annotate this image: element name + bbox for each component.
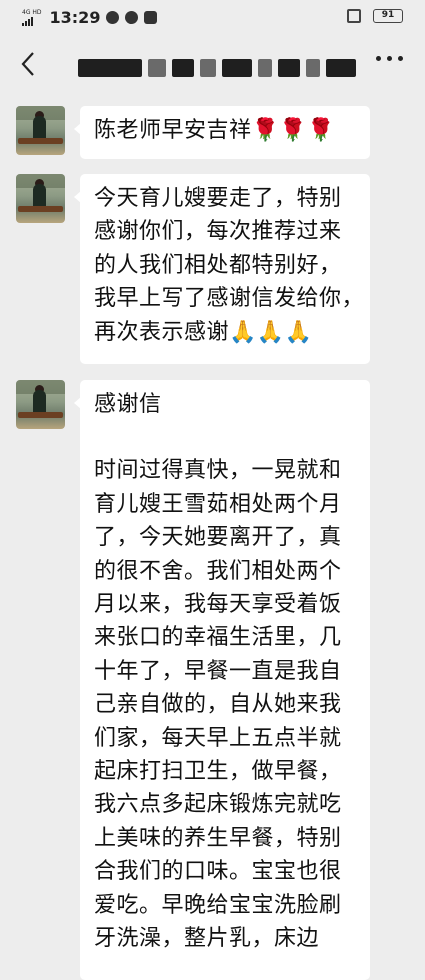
- message-line: 己亲自做的，自从她来我: [94, 692, 342, 718]
- avatar[interactable]: [16, 380, 65, 429]
- redacted-block: [78, 59, 142, 77]
- message-line: 的很不舍。我们相处两个: [94, 558, 342, 584]
- message-line: 时间过得真快，一晃就和: [94, 458, 342, 484]
- avatar[interactable]: [16, 174, 65, 223]
- message-line: 起床打扫卫生，做早餐，: [94, 759, 342, 785]
- message-line: 合我们的口味。宝宝也很: [94, 859, 342, 885]
- chat-title-redacted: [78, 58, 356, 78]
- message-line: 再次表示感谢🙏🙏🙏: [94, 319, 313, 345]
- redacted-block: [172, 59, 194, 77]
- status-right: 91: [347, 9, 403, 23]
- message-line: 了，今天她要离开了，真: [94, 525, 342, 551]
- more-dots-icon: [398, 56, 403, 61]
- redacted-block: [222, 59, 252, 77]
- message-line: 我六点多起床锻炼完就吃: [94, 792, 342, 818]
- message-line: 今天育儿嫂要走了，特别: [94, 186, 342, 211]
- message-line: 十年了，早餐一直是我自: [94, 658, 342, 684]
- more-button[interactable]: [376, 56, 403, 61]
- redacted-block: [278, 59, 300, 77]
- message-bubble[interactable]: 陈老师早安吉祥🌹🌹🌹: [74, 106, 370, 159]
- network-indicator: 4G HD: [22, 9, 42, 26]
- redacted-block: [148, 59, 166, 77]
- message-line: 牙洗澡，整片乳，床边: [94, 926, 320, 952]
- more-dots-icon: [376, 56, 381, 61]
- message-line: 的人我们相处都特别好，: [94, 252, 342, 278]
- app-notification-icon: [125, 10, 139, 24]
- message-line: 上美味的养生早餐，特别: [94, 825, 342, 851]
- chevron-left-icon: [21, 52, 34, 76]
- vibrate-icon: [347, 9, 361, 23]
- message-bubble[interactable]: 今天育儿嫂要走了，特别 感谢你们，每次推荐过来 的人我们相处都特别好， 我早上写…: [74, 174, 370, 364]
- more-dots-icon: [387, 56, 392, 61]
- message-line: 来张口的幸福生活里，几: [94, 625, 342, 651]
- message-line: 感谢信: [94, 392, 162, 417]
- message-line: 感谢你们，每次推荐过来: [94, 219, 342, 245]
- redacted-block: [326, 59, 356, 77]
- status-left: 4G HD 13:29: [22, 7, 158, 27]
- redacted-block: [306, 59, 320, 77]
- chat-header: [0, 34, 425, 96]
- redacted-block: [258, 59, 272, 77]
- redacted-block: [200, 59, 216, 77]
- message-line: 我早上写了感谢信发给你，: [94, 286, 365, 312]
- message-notification-icon: [144, 10, 158, 24]
- signal-icon: [22, 16, 42, 26]
- message-line: 们家，每天早上五点半就: [94, 725, 342, 751]
- network-label: 4G HD: [22, 8, 42, 16]
- message-line: 爱吃。早晚给宝宝洗脸刷: [94, 892, 342, 918]
- message-line: 育儿嫂王雪茹相处两个月: [94, 491, 342, 517]
- status-time: 13:29: [49, 7, 101, 27]
- battery-icon: 91: [373, 9, 403, 23]
- back-button[interactable]: [14, 48, 42, 80]
- message-line: 陈老师早安吉祥🌹🌹🌹: [94, 118, 336, 143]
- avatar[interactable]: [16, 106, 65, 155]
- status-bar: 4G HD 13:29 91: [0, 0, 425, 34]
- message-bubble[interactable]: 感谢信 时间过得真快，一晃就和 育儿嫂王雪茹相处两个月 了，今天她要离开了，真 …: [74, 380, 370, 980]
- notification-icon: [106, 10, 120, 24]
- message-line: 月以来，我每天享受着饭: [94, 592, 342, 618]
